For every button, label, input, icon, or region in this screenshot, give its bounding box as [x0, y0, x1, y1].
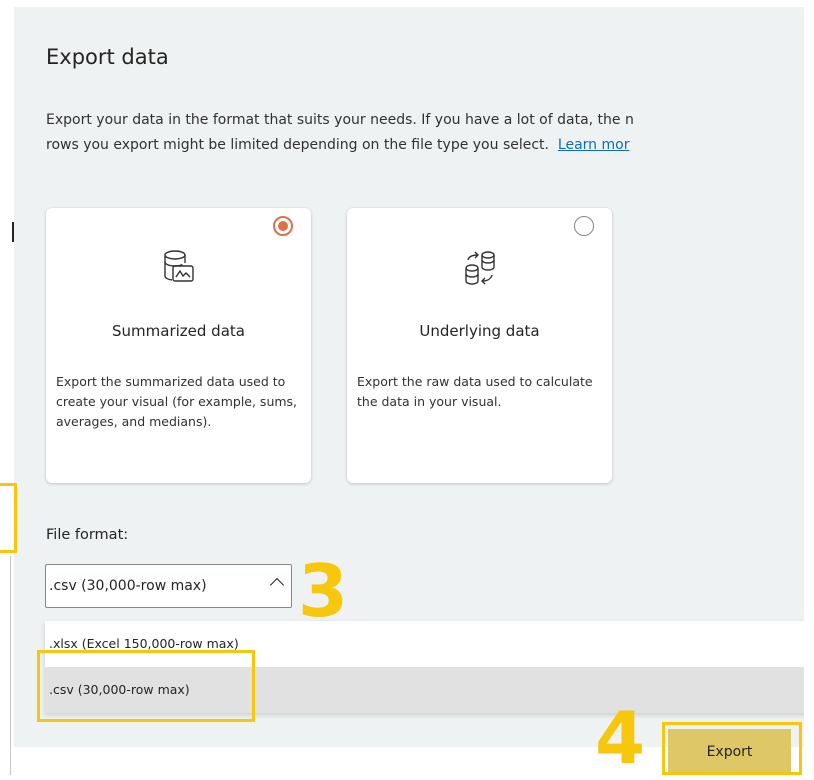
- export-data-dialog: Export data Export your data in the form…: [14, 7, 804, 747]
- annotation-step-3: 3: [298, 549, 349, 633]
- panel-edge-line: [10, 556, 11, 775]
- chevron-up-icon: [269, 577, 285, 593]
- underlying-radio[interactable]: [574, 216, 594, 236]
- summarized-radio[interactable]: [273, 216, 293, 236]
- underlying-description: Export the raw data used to calculate th…: [357, 374, 593, 409]
- database-transfer-icon: [462, 248, 498, 292]
- summarized-description: Export the summarized data used to creat…: [56, 374, 298, 429]
- dialog-title: Export data: [46, 45, 169, 69]
- file-format-label: File format:: [46, 527, 129, 543]
- summarized-data-card[interactable]: Summarized data Export the summarized da…: [46, 208, 311, 483]
- description-line-1: Export your data in the format that suit…: [46, 112, 634, 128]
- file-format-select[interactable]: .csv (30,000-row max): [45, 564, 292, 608]
- annotation-step-4: 4: [595, 696, 646, 780]
- annotation-box-export: [662, 722, 802, 775]
- annotation-box-edge: [0, 483, 17, 553]
- underlying-data-card[interactable]: Underlying data Export the raw data used…: [347, 208, 612, 483]
- annotation-box-csv: [37, 650, 255, 722]
- underlying-title: Underlying data: [419, 322, 540, 340]
- dialog-description: Export your data in the format that suit…: [46, 108, 804, 158]
- learn-more-link[interactable]: Learn mor: [558, 137, 630, 153]
- file-format-selected: .csv (30,000-row max): [49, 578, 207, 594]
- database-chart-icon: [162, 248, 196, 292]
- summarized-title: Summarized data: [112, 322, 245, 340]
- description-line-2: rows you export might be limited dependi…: [46, 137, 549, 153]
